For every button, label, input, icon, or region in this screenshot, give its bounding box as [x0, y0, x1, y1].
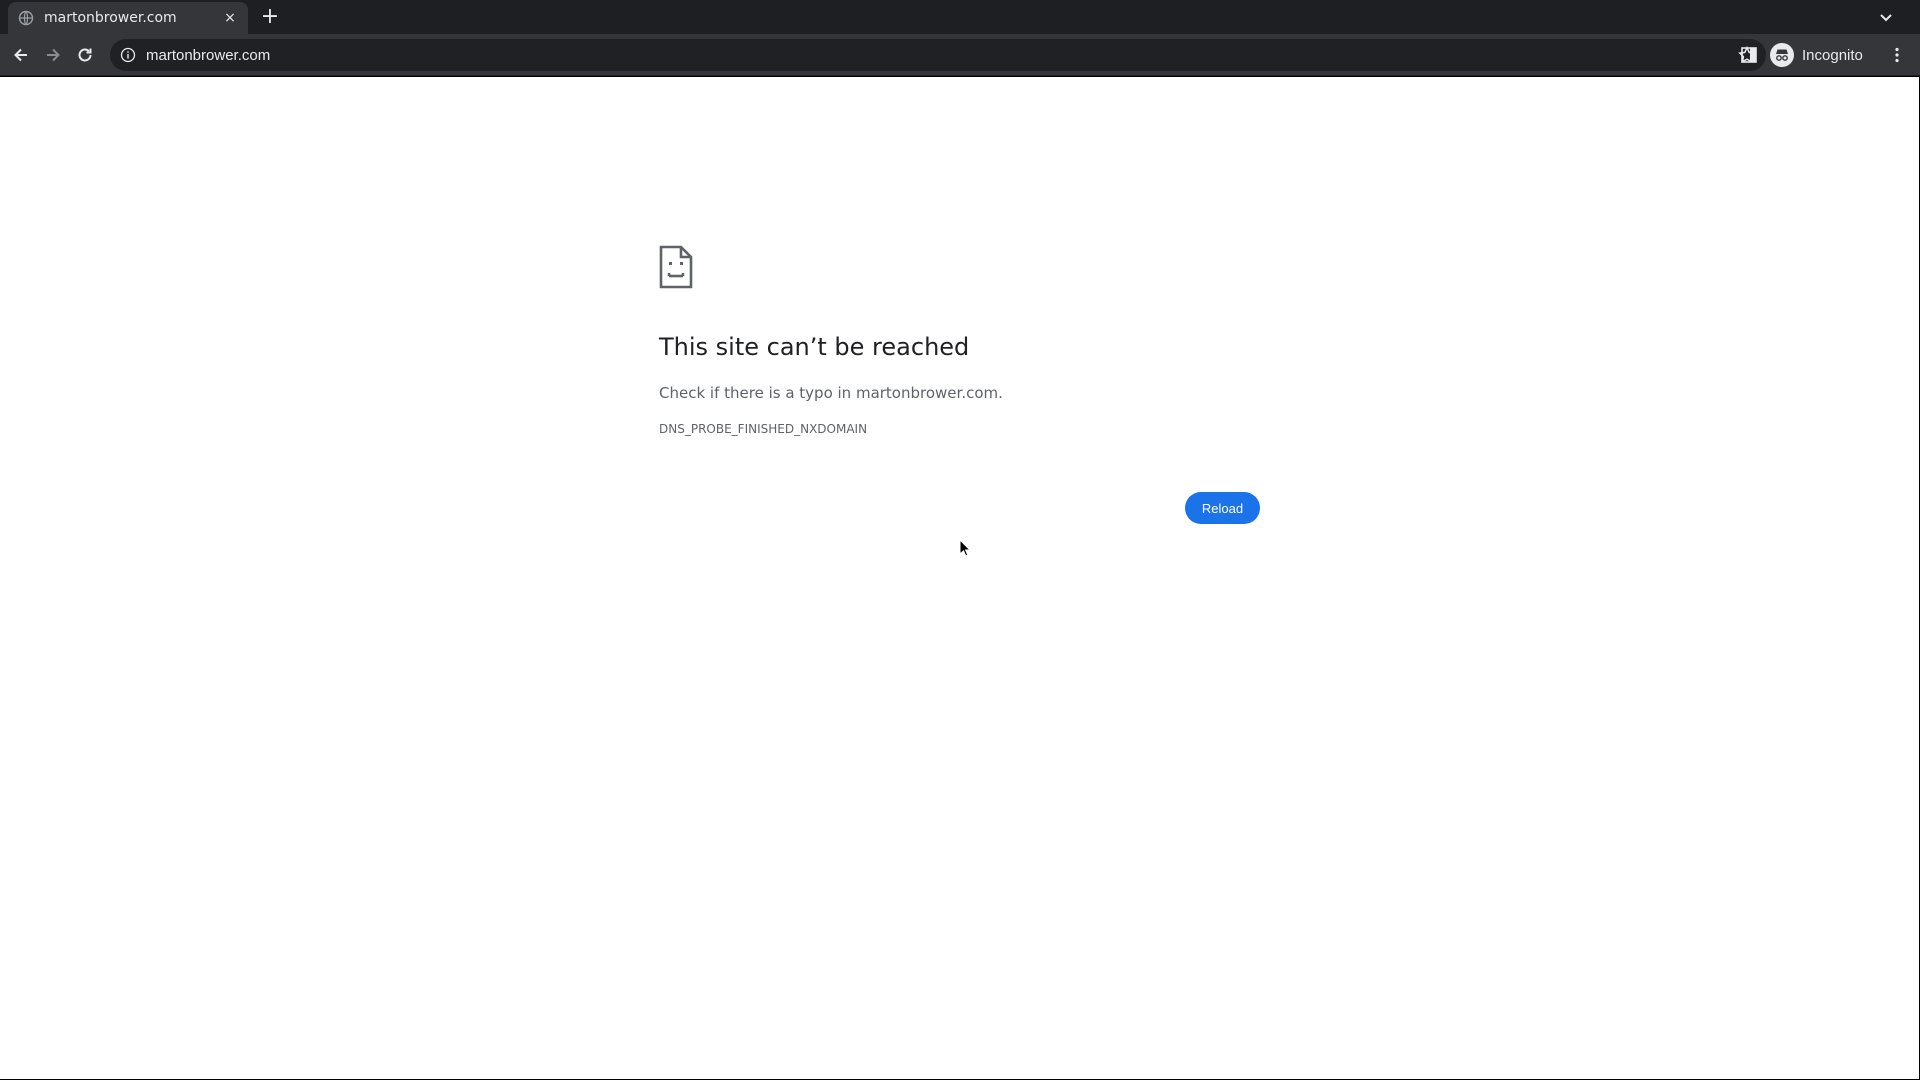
- reload-icon: [78, 48, 92, 62]
- error-heading: This site can’t be reached: [659, 333, 970, 361]
- error-code: DNS_PROBE_FINISHED_NXDOMAIN: [659, 422, 868, 436]
- error-suggestion: Check if there is a typo in martonbrower…: [659, 384, 1003, 402]
- page-viewport: This site can’t be reached Check if ther…: [0, 77, 1919, 1079]
- incognito-icon: [1770, 43, 1794, 67]
- forward-arrow-icon: [47, 48, 60, 62]
- back-button[interactable]: [8, 42, 34, 68]
- forward-button[interactable]: [40, 42, 66, 68]
- back-arrow-icon: [14, 48, 27, 62]
- side-panel-icon[interactable]: [1740, 46, 1758, 64]
- info-icon[interactable]: [120, 47, 136, 63]
- globe-icon: [18, 10, 34, 26]
- mouse-cursor-icon: [959, 539, 971, 557]
- address-bar[interactable]: martonbrower.com: [110, 39, 1766, 71]
- incognito-label: Incognito: [1802, 46, 1863, 64]
- sad-document-icon: [659, 245, 693, 289]
- url-text: martonbrower.com: [146, 46, 271, 64]
- incognito-profile[interactable]: Incognito: [1770, 42, 1863, 68]
- new-tab-button[interactable]: +: [258, 6, 282, 30]
- toolbar: martonbrower.com Incognito: [0, 34, 1920, 76]
- tab-active[interactable]: martonbrower.com ×: [8, 2, 248, 34]
- tab-close-icon[interactable]: ×: [222, 10, 238, 26]
- chevron-down-icon[interactable]: [1876, 8, 1896, 28]
- reload-browser-button[interactable]: [72, 42, 98, 68]
- reload-button[interactable]: Reload: [1185, 492, 1260, 524]
- tab-title: martonbrower.com: [44, 10, 177, 26]
- tab-strip: martonbrower.com × +: [0, 0, 1920, 34]
- kebab-menu-icon[interactable]: [1888, 46, 1906, 64]
- browser-window: martonbrower.com × + martonbrower.com In…: [0, 0, 1920, 1080]
